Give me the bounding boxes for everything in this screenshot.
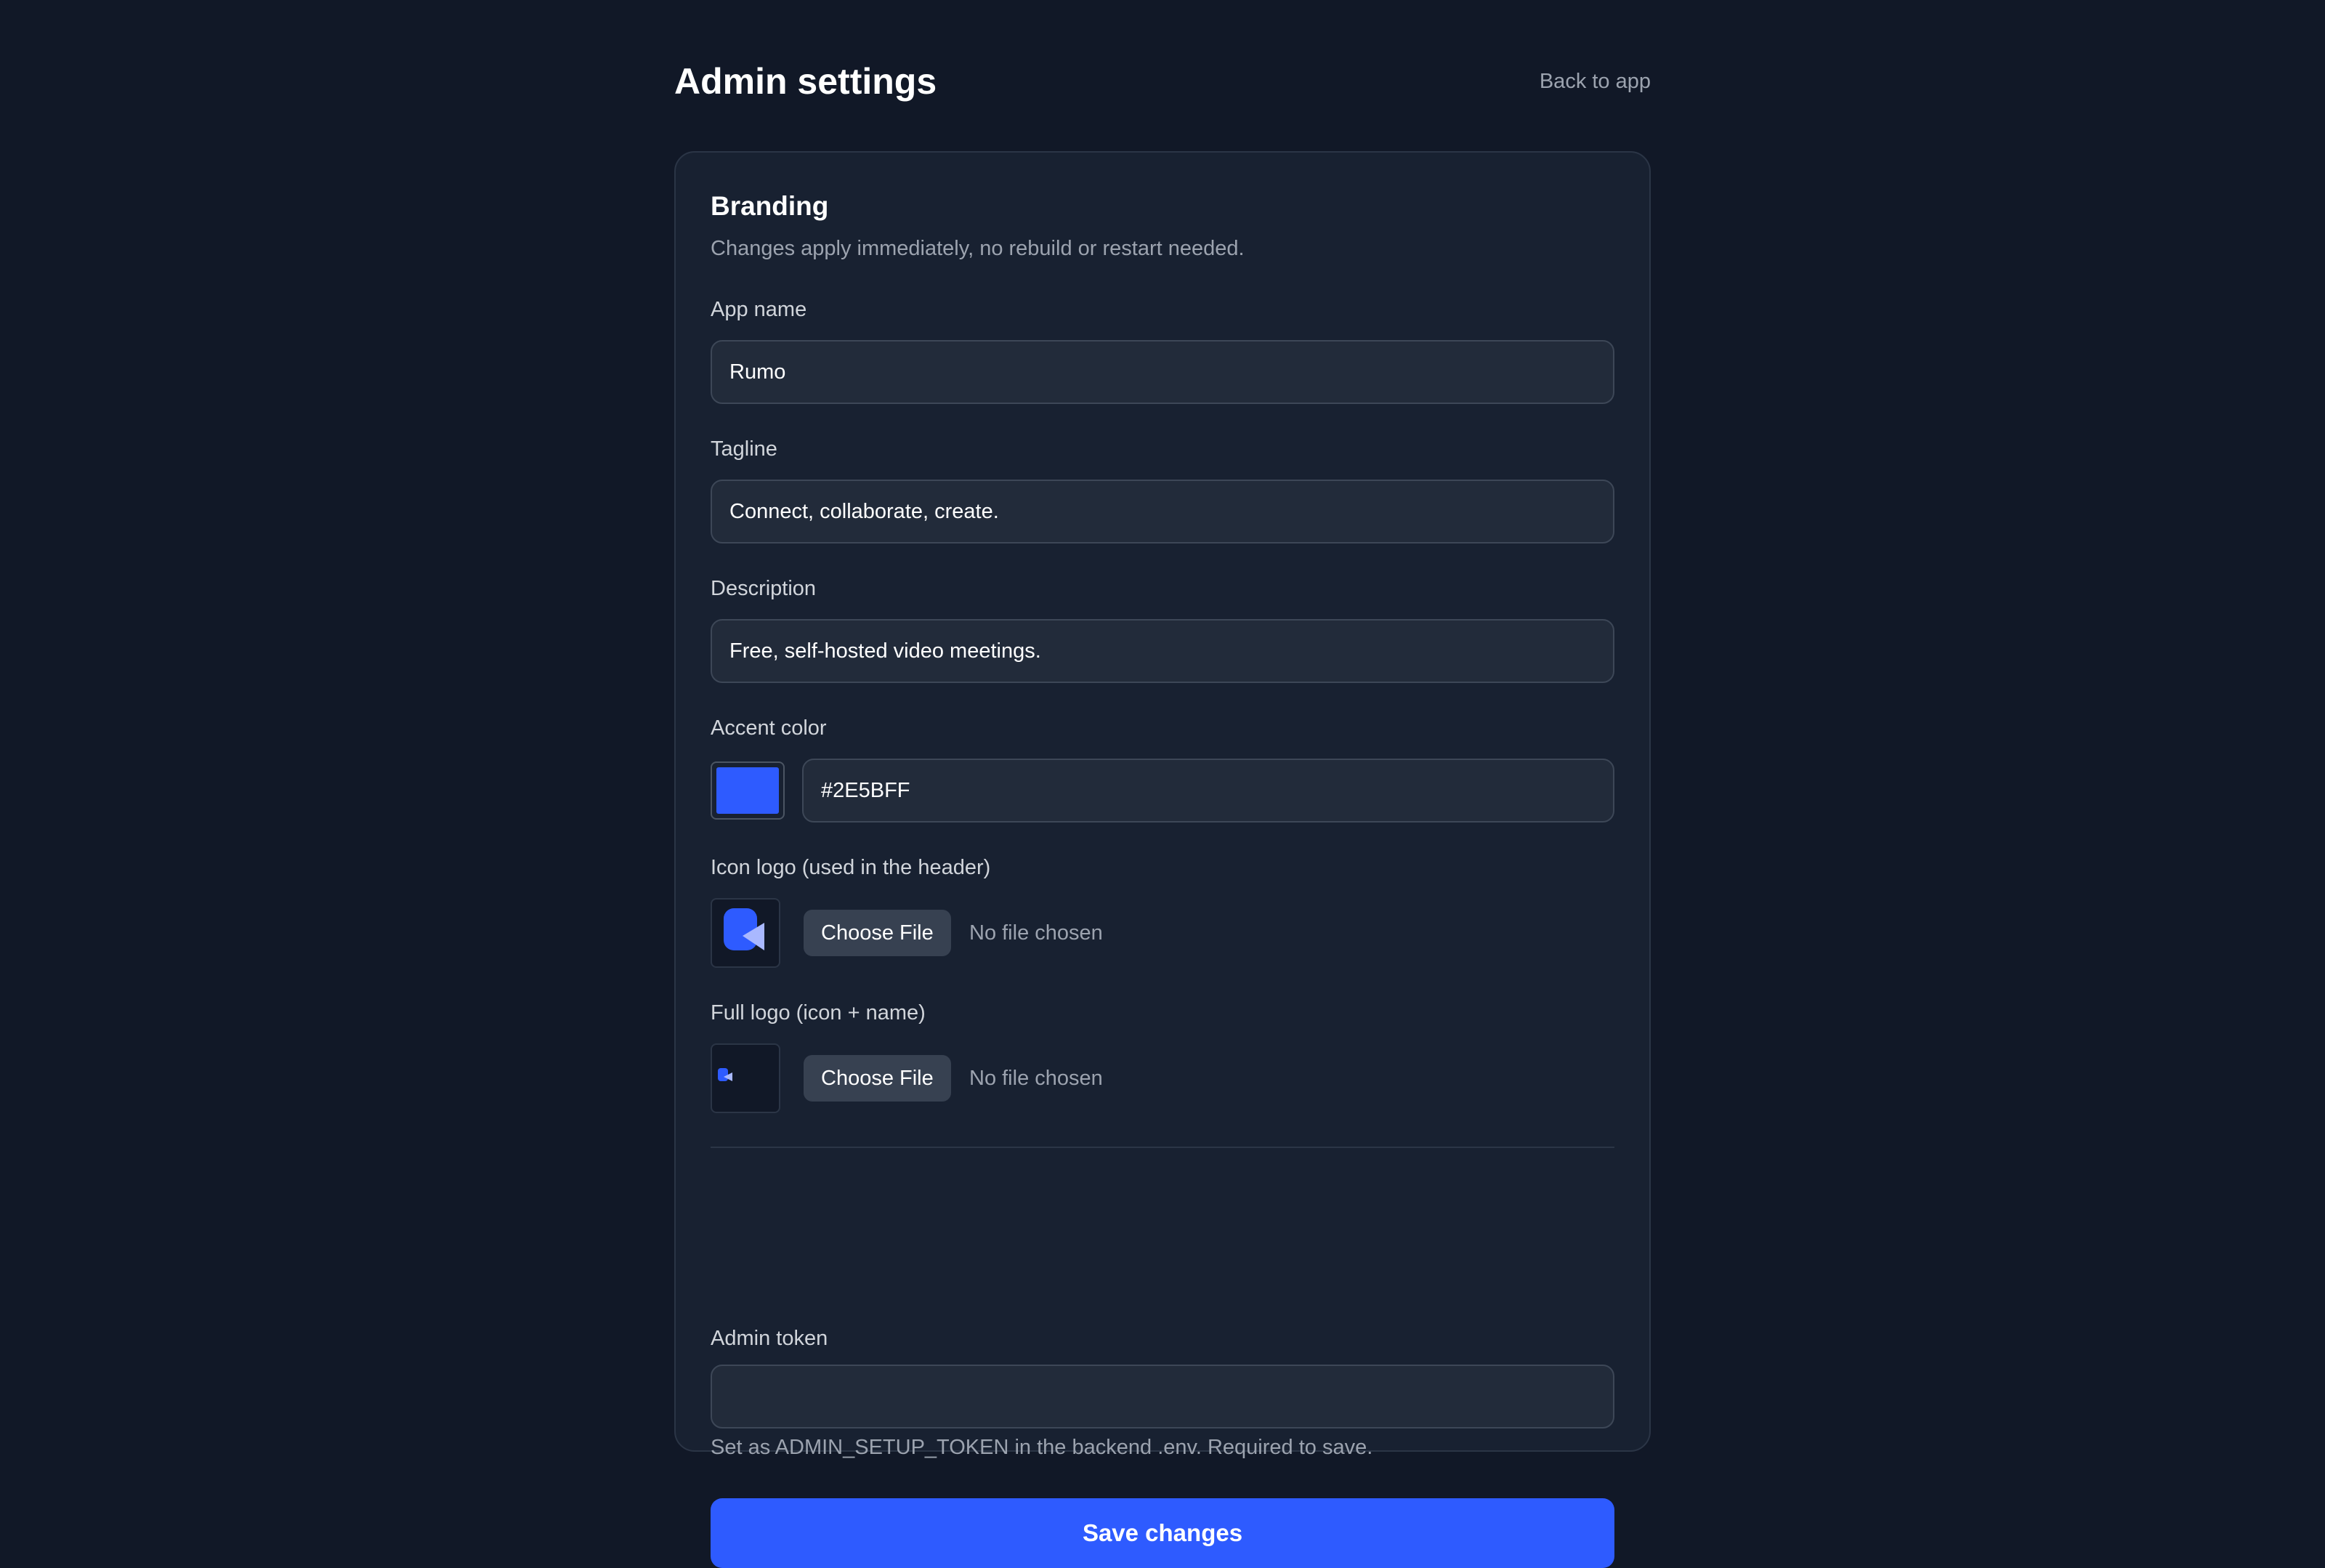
page-title: Admin settings [674, 61, 937, 102]
icon-logo-file-status: No file chosen [969, 921, 1103, 945]
app-name-label: App name [711, 298, 807, 321]
accent-color-picker[interactable] [711, 761, 785, 820]
admin-token-label: Admin token [711, 1327, 828, 1350]
back-to-app-link[interactable]: Back to app [1540, 67, 1651, 96]
save-changes-button[interactable]: Save changes [711, 1498, 1614, 1568]
rumo-logo-icon [724, 908, 764, 950]
full-logo-choose-file-button[interactable]: Choose File [804, 1055, 951, 1102]
full-logo-label: Full logo (icon + name) [711, 1001, 926, 1025]
admin-token-input[interactable] [711, 1365, 1614, 1428]
full-logo-file-status: No file chosen [969, 1067, 1103, 1090]
section-divider [711, 1147, 1614, 1148]
section-title: Branding [711, 191, 829, 221]
icon-logo-choose-file-button[interactable]: Choose File [804, 910, 951, 956]
app-name-input[interactable] [711, 340, 1614, 404]
description-input[interactable] [711, 619, 1614, 683]
icon-logo-label: Icon logo (used in the header) [711, 856, 991, 879]
full-logo-preview [711, 1043, 780, 1113]
top-bar: Admin settings Back to app [674, 58, 1651, 105]
rumo-full-logo-icon [718, 1068, 732, 1081]
branding-card: Branding Changes apply immediately, no r… [674, 151, 1651, 1568]
accent-color-input[interactable] [802, 759, 1614, 823]
section-subtitle: Changes apply immediately, no rebuild or… [711, 237, 1245, 260]
accent-color-label: Accent color [711, 716, 827, 740]
accent-color-swatch [716, 767, 779, 814]
tagline-input[interactable] [711, 480, 1614, 543]
description-label: Description [711, 577, 817, 600]
tagline-label: Tagline [711, 437, 777, 461]
admin-token-help-text: Set as ADMIN_SETUP_TOKEN in the backend … [711, 1436, 1373, 1459]
icon-logo-preview [711, 898, 780, 968]
